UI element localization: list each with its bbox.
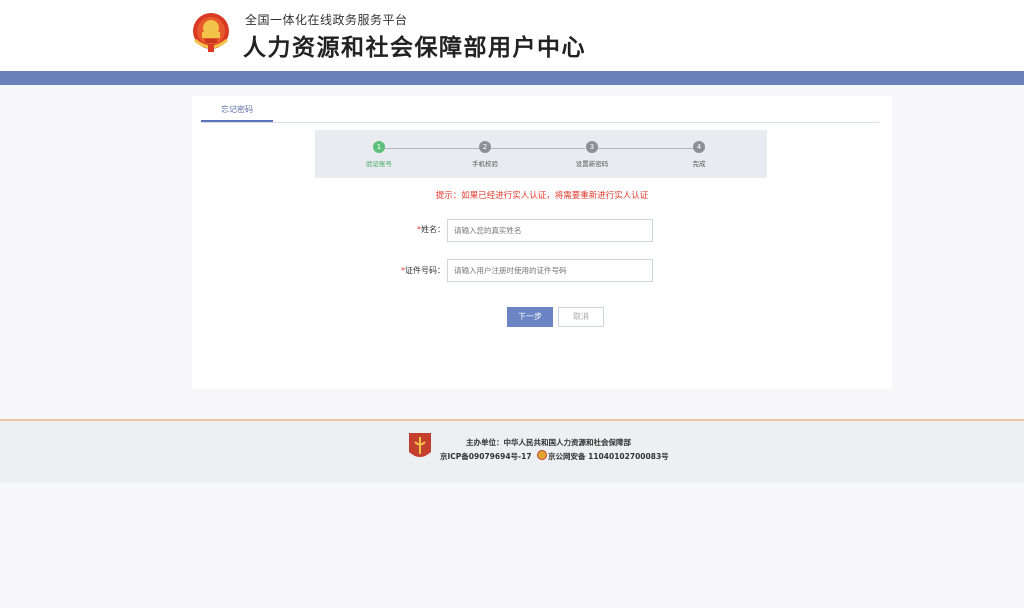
tab-divider [201,122,879,123]
step-3-label: 设置新密码 [575,160,609,168]
id-number-label-text: 证件号码： [405,266,445,275]
footer-icp-link[interactable]: 京ICP备09079694号-17 [440,451,532,462]
top-navbar [0,71,1024,85]
footer-host-text: 主办单位：中华人民共和国人力资源和社会保障部 [466,438,631,447]
mohrss-logo-icon [409,433,431,457]
step-connector [385,148,479,149]
platform-subtitle: 全国一体化在线政务服务平台 [245,13,408,27]
id-number-input[interactable] [447,259,653,282]
step-connector [598,148,693,149]
site-header: 全国一体化在线政务服务平台 人力资源和社会保障部用户中心 [0,0,1024,71]
realname-notice: 提示：如果已经进行实人认证，将需要重新进行实人认证 [435,191,649,201]
name-label-text: 姓名： [421,225,445,234]
step-2-circle: 2 [479,141,491,153]
progress-steps: 1 2 3 4 验证账号 手机校验 设置新密码 完成 [315,130,767,178]
step-2-label: 手机校验 [472,160,498,168]
id-number-label: *证件号码： [385,265,445,276]
step-1-circle: 1 [373,141,385,153]
next-step-button[interactable]: 下一步 [507,307,553,327]
step-connector [491,148,585,149]
national-emblem-icon [193,13,229,52]
forgot-password-card: 忘记密码 1 2 3 4 验证账号 手机校验 设置新密码 完成 提示：如果已经进… [192,96,892,389]
footer-police-link[interactable]: 京公网安备 11040102700083号 [548,451,669,462]
name-label: *姓名： [385,224,445,235]
step-4-label: 完成 [692,160,706,168]
step-4-circle: 4 [693,141,705,153]
name-input[interactable] [447,219,653,242]
step-1-label: 验证账号 [366,160,392,168]
step-3-circle: 3 [586,141,598,153]
police-badge-icon [537,450,547,460]
page-title: 人力资源和社会保障部用户中心 [243,35,586,61]
cancel-button[interactable]: 取消 [558,307,604,327]
